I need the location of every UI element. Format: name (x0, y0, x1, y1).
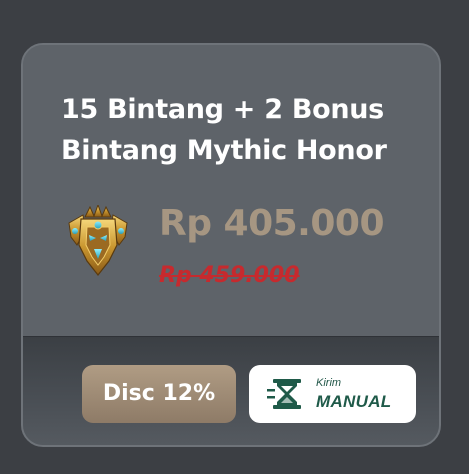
hourglass-icon (267, 379, 301, 409)
discount-badge: Disc 12% (82, 365, 236, 423)
product-title: 15 Bintang + 2 Bonus Bintang Mythic Hono… (61, 94, 387, 166)
delivery-badge: Kirim MANUAL (249, 365, 416, 423)
delivery-label: MANUAL (316, 392, 392, 411)
product-card[interactable]: 15 Bintang + 2 Bonus Bintang Mythic Hono… (21, 43, 441, 447)
current-price: Rp 405.000 (159, 203, 385, 244)
original-price: Rp 459.000 (159, 263, 300, 288)
mythic-honor-emblem-icon (68, 205, 128, 276)
delivery-label-small: Kirim (316, 377, 342, 389)
